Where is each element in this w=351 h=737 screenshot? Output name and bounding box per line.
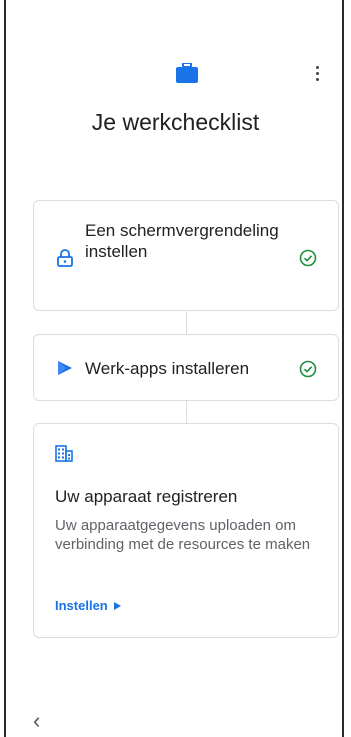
checklist-item-label: Een schermvergrendeling instellen — [85, 221, 279, 261]
check-circle-icon — [299, 249, 317, 267]
checklist-item-title: Uw apparaat registreren — [55, 487, 238, 506]
checklist-item-screen-lock[interactable]: Een schermvergrendeling instellen — [33, 200, 339, 311]
setup-button[interactable]: Instellen — [55, 598, 121, 613]
setup-button-label: Instellen — [55, 598, 108, 613]
building-icon — [55, 445, 73, 462]
check-circle-icon — [299, 360, 317, 378]
checklist-item-work-apps[interactable]: Werk-apps installeren — [33, 334, 339, 401]
step-connector — [186, 311, 187, 334]
play-store-icon — [58, 361, 72, 375]
briefcase-icon — [176, 63, 198, 83]
more-vert-icon[interactable] — [316, 66, 320, 84]
step-connector — [186, 401, 187, 423]
lock-icon — [57, 249, 73, 267]
checklist-item-register-device: Uw apparaat registreren Uw apparaatgegev… — [33, 423, 339, 638]
checklist-item-description: Uw apparaatgegevens uploaden om verbindi… — [55, 517, 311, 553]
page-title: Je werkchecklist — [91, 109, 260, 135]
arrow-right-icon — [113, 601, 121, 610]
back-button[interactable]: ‹ — [33, 710, 40, 732]
checklist-item-label: Werk-apps installeren — [85, 359, 250, 378]
